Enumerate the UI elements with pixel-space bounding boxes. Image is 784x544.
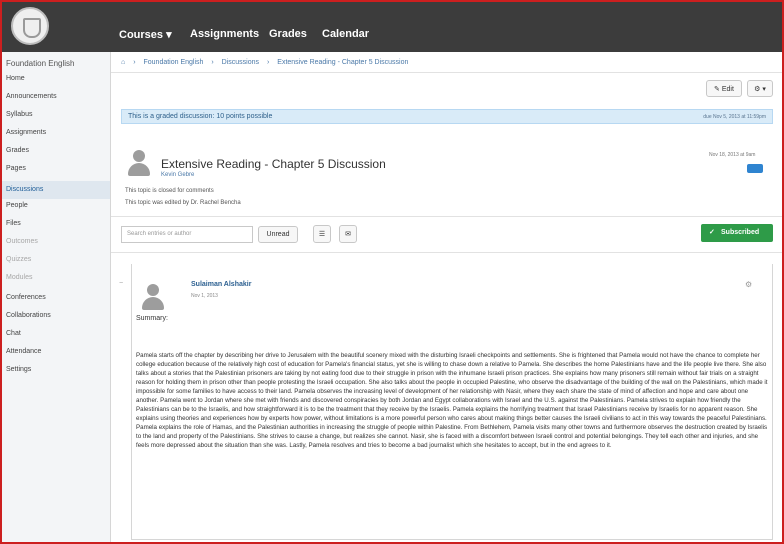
topic-title: Extensive Reading - Chapter 5 Discussion: [161, 157, 386, 171]
nav-assignments[interactable]: Assignments: [190, 28, 259, 40]
topic-date: Nov 18, 2013 at 9am: [709, 152, 756, 158]
sidebar-item-files[interactable]: Files: [6, 220, 21, 227]
alert-message: This is a graded discussion: 10 points p…: [128, 113, 273, 120]
check-icon: ✓: [709, 229, 715, 236]
sidebar-item-attendance[interactable]: Attendance: [6, 348, 41, 355]
browser-frame: Courses ▾ Assignments Grades Calendar Fo…: [0, 0, 784, 544]
edit-button[interactable]: ✎ Edit: [706, 80, 742, 97]
sidebar-item-discussions[interactable]: Discussions: [2, 181, 110, 199]
reply-button[interactable]: ✉: [339, 225, 357, 243]
breadcrumb-discussions[interactable]: Discussions: [222, 59, 259, 66]
sidebar-item-announcements[interactable]: Announcements: [6, 93, 57, 100]
home-icon[interactable]: ⌂: [121, 59, 125, 66]
reply-toggle-icon[interactable]: −: [119, 280, 123, 287]
sidebar-item-assignments[interactable]: Assignments: [6, 129, 46, 136]
sidebar-item-outcomes[interactable]: Outcomes: [6, 238, 38, 245]
sidebar-item-home[interactable]: Home: [6, 75, 25, 82]
sidebar-item-modules[interactable]: Modules: [6, 274, 32, 281]
header-divider: [111, 72, 782, 73]
breadcrumb-topic: Extensive Reading - Chapter 5 Discussion: [277, 59, 409, 66]
sidebar-item-pages[interactable]: Pages: [6, 165, 26, 172]
reply-summary-label: Summary:: [136, 315, 168, 322]
reply-author[interactable]: Sulaiman Alshakir: [191, 281, 251, 288]
unread-filter-button[interactable]: Unread: [258, 226, 298, 243]
topic-author-avatar[interactable]: [125, 148, 153, 176]
sidebar-item-syllabus[interactable]: Syllabus: [6, 111, 32, 118]
sidebar-item-people[interactable]: People: [6, 202, 28, 209]
search-placeholder: Search entries or author: [127, 231, 192, 237]
reply-gear-icon[interactable]: ⚙: [745, 280, 752, 289]
breadcrumb-course[interactable]: Foundation English: [143, 59, 203, 66]
topic-edited-note: This topic was edited by Dr. Rachel Benc…: [125, 200, 241, 206]
university-logo-icon[interactable]: [11, 7, 49, 45]
sidebar-item-chat[interactable]: Chat: [6, 330, 21, 337]
reply-body: Pamela starts off the chapter by describ…: [136, 351, 768, 531]
top-navigation-bar: Courses ▾ Assignments Grades Calendar: [2, 2, 782, 52]
course-title[interactable]: Foundation English: [6, 59, 75, 68]
main-content: ⌂ › Foundation English › Discussions › E…: [111, 52, 782, 542]
nav-calendar[interactable]: Calendar: [322, 28, 369, 40]
subscribed-button[interactable]: ✓ Subscribed: [701, 224, 773, 242]
course-sidebar: Foundation English Home Announcements Sy…: [2, 52, 111, 542]
comment-icon: ✉: [345, 231, 351, 238]
due-date: due Nov 5, 2013 at 11:59pm: [703, 114, 766, 120]
subscribed-label: Subscribed: [721, 229, 760, 236]
edit-label: Edit: [721, 86, 734, 93]
search-input[interactable]: Search entries or author: [121, 226, 253, 243]
graded-discussion-alert: This is a graded discussion: 10 points p…: [121, 109, 773, 124]
reply-date: Nov 1, 2013: [191, 293, 218, 299]
sidebar-item-collaborations[interactable]: Collaborations: [6, 312, 51, 319]
breadcrumb-separator: ›: [266, 59, 270, 66]
breadcrumb-separator: ›: [211, 59, 214, 66]
topic-locked-note: This topic is closed for comments: [125, 188, 214, 194]
reply-author-avatar[interactable]: [139, 282, 167, 310]
topic-divider: [111, 216, 782, 217]
sidebar-item-conferences[interactable]: Conferences: [6, 294, 46, 301]
topic-author[interactable]: Kevin Gebre: [161, 172, 194, 178]
sidebar-item-grades[interactable]: Grades: [6, 147, 29, 154]
sidebar-item-settings[interactable]: Settings: [6, 366, 31, 373]
replies-divider: [111, 252, 782, 253]
topic-status-badge[interactable]: [747, 164, 763, 173]
collapse-replies-button[interactable]: ☰: [313, 225, 331, 243]
list-icon: ☰: [318, 231, 326, 238]
reply-body-text: Pamela starts off the chapter by describ…: [136, 352, 768, 449]
nav-courses[interactable]: Courses ▾: [119, 28, 172, 41]
settings-menu-button[interactable]: ⚙ ▾: [747, 80, 773, 97]
nav-grades[interactable]: Grades: [269, 28, 307, 40]
sidebar-item-quizzes[interactable]: Quizzes: [6, 256, 31, 263]
breadcrumb-separator: ›: [133, 59, 136, 66]
breadcrumb: ⌂ › Foundation English › Discussions › E…: [121, 59, 408, 66]
pencil-icon: ✎: [714, 86, 720, 93]
